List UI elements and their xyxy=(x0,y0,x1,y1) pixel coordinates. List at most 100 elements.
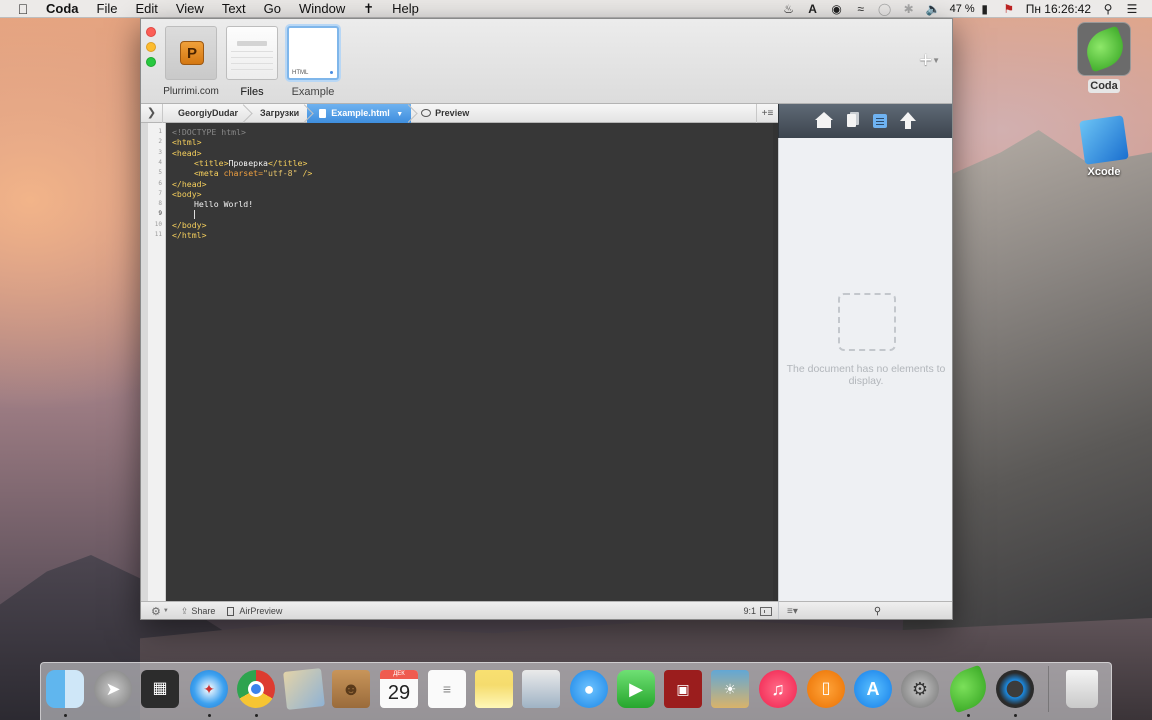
dock-calendar-icon[interactable]: ДЕК 29 xyxy=(380,670,418,708)
notification-center-icon[interactable]: ☰ xyxy=(1120,2,1144,16)
site-name: Plurrimi.com xyxy=(163,86,219,97)
modified-dot-icon xyxy=(330,71,333,74)
menu-window[interactable]: Window xyxy=(290,0,354,18)
notification-bell-icon[interactable]: ♨ xyxy=(777,2,801,16)
code-line: </html> xyxy=(172,230,207,240)
spotlight-search-icon[interactable]: ⚲ xyxy=(1096,2,1120,16)
dock-trash-icon[interactable] xyxy=(1066,670,1098,708)
dock-quicktime-icon[interactable] xyxy=(996,670,1034,708)
dock-chrome-icon[interactable] xyxy=(237,670,275,708)
toggle-panel-icon[interactable] xyxy=(760,606,772,616)
dock-preview-icon[interactable] xyxy=(283,668,325,710)
share-icon: ⇪ xyxy=(180,605,189,616)
settings-gear-button[interactable]: ⚙ ▼ xyxy=(141,602,175,620)
dock-messages-icon[interactable]: ● xyxy=(570,670,608,708)
bluetooth-icon[interactable]: ✱ xyxy=(897,2,921,16)
airpreview-button[interactable]: AirPreview xyxy=(221,602,288,620)
menu-bar:  Coda File Edit View Text Go Window ✝ H… xyxy=(0,0,1152,18)
record-icon[interactable]: ◉ xyxy=(825,2,849,16)
site-tile-files[interactable]: Files xyxy=(224,26,280,98)
line-number: 4 xyxy=(158,158,162,166)
dock-app-store-icon[interactable]: A xyxy=(854,670,892,708)
menubar-clock[interactable]: Пн 16:26:42 xyxy=(1021,0,1096,18)
menu-go[interactable]: Go xyxy=(255,0,290,18)
line-number: 5 xyxy=(158,169,162,177)
volume-icon[interactable]: 🔈 xyxy=(921,2,945,16)
dock-launchpad-icon[interactable]: ➤ xyxy=(94,670,132,708)
files-thumbnail xyxy=(226,26,278,80)
dock-iphoto-icon[interactable]: ☀ xyxy=(711,670,749,708)
line-number: 1 xyxy=(158,128,162,135)
dock-system-preferences-icon[interactable]: ⚙ xyxy=(901,670,939,708)
apple-menu-icon[interactable]:  xyxy=(16,2,30,16)
code-line: <head> xyxy=(172,147,202,158)
app-menu[interactable]: Coda xyxy=(42,0,88,18)
sidebar-tab-files[interactable] xyxy=(841,110,863,132)
dock-photo-booth-icon[interactable]: ▣ xyxy=(664,670,702,708)
dock-finder-icon[interactable] xyxy=(46,670,84,708)
split-view-button[interactable]: +≡ xyxy=(756,103,778,123)
input-source-flag-icon[interactable]: ⚑ xyxy=(997,2,1021,16)
sidebar-status-bar: ≡▾ ⚲ xyxy=(778,601,952,619)
dock-image-capture-icon[interactable] xyxy=(522,670,560,708)
navigation-arrows-icon[interactable]: ❯ xyxy=(141,103,163,123)
filter-menu-icon[interactable]: ≡▾ xyxy=(787,606,798,617)
code-line: </head> xyxy=(172,178,207,189)
adobe-icon[interactable]: A xyxy=(801,2,825,16)
running-indicator xyxy=(208,714,211,717)
file-icon xyxy=(319,108,327,118)
breadcrumb-folder[interactable]: Загрузки xyxy=(246,104,307,123)
wifi-icon[interactable]: ≈ xyxy=(849,2,873,16)
breadcrumb-file-label: Example.html xyxy=(331,107,390,118)
script-menu-icon[interactable]: ✝ xyxy=(354,0,383,18)
site-tile-example[interactable]: HTML Example xyxy=(285,26,341,98)
documents-icon xyxy=(846,114,856,127)
dock-itunes-icon[interactable]: ♫ xyxy=(759,670,797,708)
sidebar-tab-publish[interactable] xyxy=(897,110,919,132)
dock-contacts-icon[interactable]: ☻ xyxy=(332,670,370,708)
sidebar-tab-outline[interactable] xyxy=(869,110,891,132)
menu-help[interactable]: Help xyxy=(383,0,428,18)
eye-icon xyxy=(421,108,432,117)
window-titlebar: P Plurrimi.com Files HTML Example +▼ xyxy=(141,19,952,104)
time-machine-icon[interactable]: ◯ xyxy=(873,2,897,16)
chevron-down-icon: ▼ xyxy=(162,608,169,614)
menu-edit[interactable]: Edit xyxy=(126,0,166,18)
battery-status[interactable]: 47 % ▮ xyxy=(945,0,997,18)
sidebar-tab-home[interactable] xyxy=(813,110,835,132)
zoom-window-button[interactable] xyxy=(146,57,156,67)
calendar-month: ДЕК xyxy=(380,670,418,679)
close-window-button[interactable] xyxy=(146,27,156,37)
dock-facetime-icon[interactable]: ▶ xyxy=(617,670,655,708)
menu-file[interactable]: File xyxy=(88,0,127,18)
desktop-icon-coda[interactable]: Coda xyxy=(1074,22,1134,93)
breadcrumb-file[interactable]: Example.html ▼ xyxy=(307,103,412,123)
dock-safari-icon[interactable]: ✦ xyxy=(190,670,228,708)
minimize-window-button[interactable] xyxy=(146,42,156,52)
share-button[interactable]: ⇪ Share xyxy=(175,602,222,620)
dock-ibooks-icon[interactable]: ▯ xyxy=(807,670,845,708)
cursor-position-value: 9:1 xyxy=(743,606,756,616)
code-editor[interactable]: 1 2 3 4 5 6 7 8 9 10 11 <!DOCTYPE html> … xyxy=(141,123,778,601)
desktop-icon-xcode[interactable]: Xcode xyxy=(1074,115,1134,178)
running-indicator xyxy=(255,714,258,717)
code-line: </body> xyxy=(172,219,207,230)
chevron-down-icon: ▼ xyxy=(396,110,404,118)
add-site-button[interactable]: +▼ xyxy=(919,48,940,72)
dock-reminders-icon[interactable]: ≡ xyxy=(428,670,466,708)
fold-marks[interactable] xyxy=(141,123,148,601)
code-line: <body> xyxy=(172,188,202,199)
breadcrumb-user[interactable]: GeorgiyDudar xyxy=(163,104,246,123)
site-name: Example xyxy=(291,86,335,98)
menu-text[interactable]: Text xyxy=(213,0,255,18)
search-icon[interactable]: ⚲ xyxy=(874,606,881,617)
sidebar-tabs xyxy=(778,104,952,138)
menu-view[interactable]: View xyxy=(167,0,213,18)
dock-dashboard-icon[interactable]: ▦ xyxy=(141,670,179,708)
cursor-position: 9:1 xyxy=(737,602,778,620)
empty-state-message: The document has no elements to display. xyxy=(786,363,946,387)
preview-tab-label: Preview xyxy=(435,107,470,118)
preview-tab[interactable]: Preview xyxy=(411,104,477,123)
dock-notes-icon[interactable] xyxy=(475,670,513,708)
site-tile-plurrimi[interactable]: P Plurrimi.com xyxy=(163,26,219,97)
